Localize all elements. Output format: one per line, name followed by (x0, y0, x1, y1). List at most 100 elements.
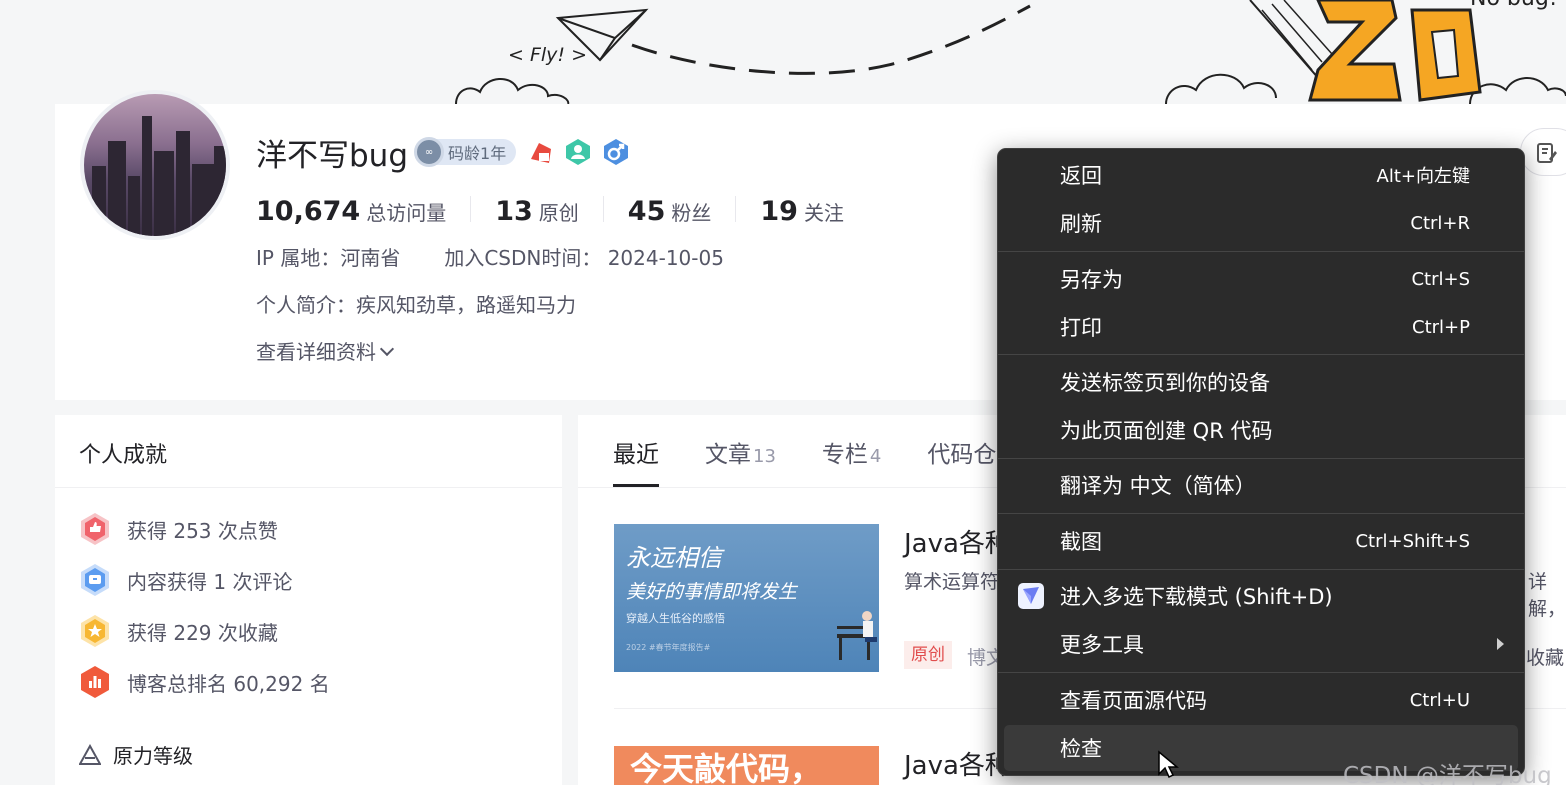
achievements-panel: 个人成就 获得 253 次点赞 内容获得 1 次评论 获得 229 次收藏 博客… (55, 415, 562, 785)
force-level-label: 原力等级 (113, 744, 193, 768)
tab-label: 代码仓 (927, 442, 997, 468)
age-badge[interactable]: ∞ 码龄1年 (414, 137, 517, 167)
username-row: 洋不写bug ∞ 码龄1年 (256, 130, 630, 174)
menu-item-label: 返回 (1060, 164, 1102, 188)
menu-separator (998, 569, 1524, 570)
menu-item-label: 查看页面源代码 (1060, 689, 1207, 713)
achievement-comments: 内容获得 1 次评论 (79, 562, 292, 598)
stat-value: 13 (495, 196, 533, 227)
join-time: 加入CSDN时间： 2024-10-05 (444, 246, 724, 270)
thumbnail-subtitle: 穿越人生低谷的感悟 (626, 612, 725, 625)
banner-doodle-graphic (455, 0, 1566, 104)
ip-location: IP 属地：河南省 (256, 246, 401, 270)
achievement-text: 获得 253 次点赞 (127, 518, 278, 543)
menu-item-shortcut: Ctrl+S (1411, 268, 1470, 290)
article-thumbnail[interactable]: 今天敲代码， (614, 746, 879, 785)
thumbnail-caption: 永远相信 美好的事情即将发生 (626, 544, 798, 603)
menu-separator (998, 672, 1524, 673)
thumbnail-small-text: 2022 #春节年度报告# (626, 643, 711, 652)
tab-code[interactable]: 代码仓 (927, 435, 996, 487)
achievement-likes: 获得 253 次点赞 (79, 511, 278, 547)
achievements-title: 个人成就 (79, 443, 168, 468)
browser-context-menu: 返回 Alt+向左键 刷新 Ctrl+R 另存为 Ctrl+S 打印 Ctrl+P 发送… (997, 148, 1525, 776)
content-tabs: 最近 文章 13 专栏 4 代码仓 (613, 435, 1042, 487)
article-title-link[interactable]: Java各种 (904, 745, 1011, 782)
force-level[interactable]: 原力等级 (79, 740, 193, 769)
menu-item-translate[interactable]: 翻译为 中文（简体） (1004, 462, 1518, 508)
chevron-down-icon (379, 341, 395, 357)
stat-label: 关注 (803, 201, 844, 225)
menu-item-label: 检查 (1060, 737, 1102, 761)
menu-item-shortcut: Ctrl+Shift+S (1355, 530, 1470, 552)
mouse-cursor-icon (1158, 750, 1179, 779)
menu-item-label: 截图 (1060, 530, 1102, 554)
stat-following[interactable]: 19 关注 (760, 196, 868, 227)
menu-item-view-source[interactable]: 查看页面源代码 Ctrl+U (1004, 677, 1518, 723)
view-details-label: 查看详细资料 (256, 340, 376, 364)
menu-item-shortcut: Ctrl+R (1410, 212, 1470, 234)
user-badge-icon[interactable] (564, 138, 592, 166)
article-title-link[interactable]: Java各种 (904, 523, 1011, 560)
profile-stats: 10,674 总访问量 13 原创 45 粉丝 19 关注 (256, 192, 892, 227)
menu-item-label: 打印 (1060, 316, 1102, 340)
gender-male-icon[interactable] (602, 138, 630, 166)
favorite-badge-icon (81, 615, 109, 647)
tab-articles[interactable]: 文章 13 (705, 435, 776, 487)
profile-banner: < Fly! > No bug! 20 (0, 0, 1566, 104)
stat-label: 总访问量 (366, 201, 447, 225)
blog-badge-icon[interactable] (526, 138, 554, 166)
menu-separator (998, 251, 1524, 252)
triangle-level-icon (79, 743, 101, 765)
menu-item-more-tools[interactable]: 更多工具 (1004, 621, 1518, 667)
banner-corner-text: No bug! (1470, 0, 1558, 11)
age-badge-label: 码龄1年 (448, 144, 507, 163)
achievement-text: 博客总排名 60,292 名 (127, 671, 330, 696)
stat-visits[interactable]: 10,674 总访问量 (256, 196, 472, 227)
menu-item-qr-code[interactable]: 为此页面创建 QR 代码 (1004, 407, 1518, 453)
menu-item-send-tab[interactable]: 发送标签页到你的设备 (1004, 359, 1518, 405)
age-coin-icon: ∞ (414, 137, 445, 167)
edit-profile-button[interactable] (1520, 128, 1566, 176)
menu-item-back[interactable]: 返回 Alt+向左键 (1004, 152, 1518, 198)
menu-item-label: 为此页面创建 QR 代码 (1060, 419, 1273, 443)
rank-badge-icon (81, 666, 109, 698)
menu-item-label: 发送标签页到你的设备 (1060, 371, 1270, 395)
menu-item-refresh[interactable]: 刷新 Ctrl+R (1004, 200, 1518, 246)
article-thumbnail[interactable]: 永远相信 美好的事情即将发生 穿越人生低谷的感悟 2022 #春节年度报告# (614, 524, 879, 672)
avatar[interactable] (80, 90, 230, 240)
menu-item-multi-download[interactable]: 进入多选下载模式 (Shift+D) (1004, 573, 1518, 619)
view-details-link[interactable]: 查看详细资料 (256, 336, 395, 365)
profile-meta-line: IP 属地：河南省 加入CSDN时间： 2024-10-05 (256, 242, 724, 271)
tab-columns[interactable]: 专栏 4 (822, 435, 881, 487)
original-tag: 原创 (904, 641, 952, 669)
tab-count: 4 (869, 446, 882, 467)
achievement-favorites: 获得 229 次收藏 (79, 613, 278, 649)
stat-fans[interactable]: 45 粉丝 (628, 196, 737, 227)
menu-item-shortcut: Ctrl+P (1412, 316, 1470, 338)
achievement-text: 内容获得 1 次评论 (127, 569, 293, 594)
menu-item-label: 刷新 (1060, 212, 1102, 236)
tab-label: 最近 (613, 442, 659, 468)
profile-bio: 个人简介：疾风知劲草，路遥知马力 (256, 293, 576, 317)
stat-value: 45 (627, 196, 666, 227)
stat-original[interactable]: 13 原创 (495, 196, 604, 227)
menu-item-label: 进入多选下载模式 (Shift+D) (1060, 585, 1333, 609)
download-extension-icon (1018, 583, 1044, 609)
menu-item-print[interactable]: 打印 Ctrl+P (1004, 304, 1518, 350)
article-favorite-label[interactable]: 收藏 (1526, 643, 1564, 670)
menu-item-save-as[interactable]: 另存为 Ctrl+S (1004, 256, 1518, 302)
csdn-watermark: CSDN @洋不写bug (1343, 763, 1552, 785)
like-badge-icon (81, 513, 109, 545)
tab-label: 文章 (705, 442, 751, 468)
menu-item-label: 更多工具 (1060, 633, 1144, 657)
menu-item-label: 翻译为 中文（简体） (1060, 474, 1256, 498)
article-description: 算术运算符 (904, 571, 1000, 593)
tab-label: 专栏 (821, 442, 868, 468)
menu-separator (998, 513, 1524, 514)
menu-separator (998, 354, 1524, 355)
achievements-divider (55, 487, 562, 488)
stat-label: 粉丝 (671, 201, 712, 225)
article-description-tail: 详解， (1528, 571, 1566, 620)
tab-recent[interactable]: 最近 (613, 435, 659, 487)
menu-item-screenshot[interactable]: 截图 Ctrl+Shift+S (1004, 518, 1518, 564)
